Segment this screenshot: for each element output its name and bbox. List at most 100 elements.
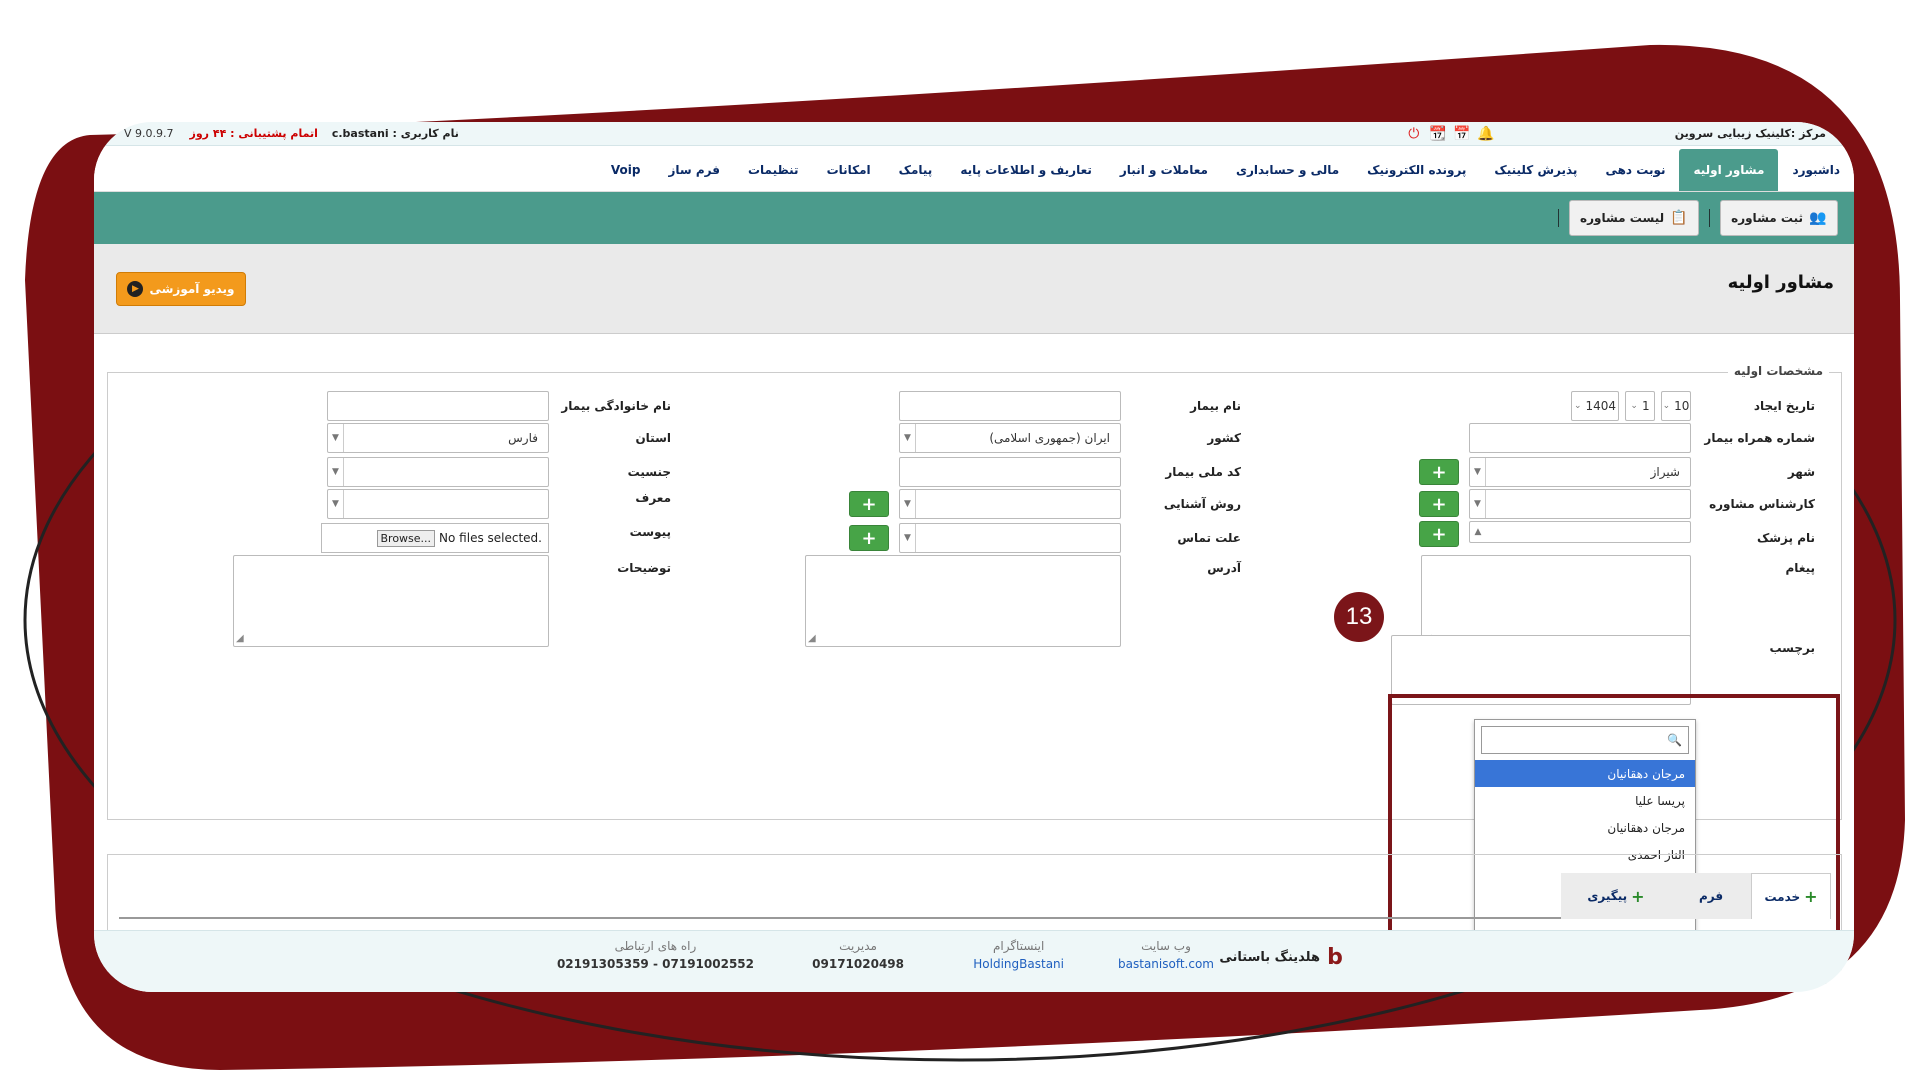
search-icon: 🔍: [1667, 733, 1682, 747]
month-select[interactable]: ⌄ 1: [1625, 391, 1655, 421]
footer-brand: b هلدینگ باستانی: [1219, 944, 1344, 970]
video-label: ویدیو آموزشی: [149, 282, 235, 296]
patient-name-input[interactable]: [899, 391, 1121, 421]
description-textarea[interactable]: ◢: [233, 555, 549, 647]
register-consultation-button[interactable]: 👥 ثبت مشاوره: [1720, 200, 1838, 236]
national-code-input[interactable]: [899, 457, 1121, 487]
browse-button[interactable]: Browse...: [376, 529, 436, 547]
chevron-down-icon: ▼: [1470, 490, 1486, 518]
footer-instagram: اینستاگرام HoldingBastani: [973, 939, 1064, 971]
tab-form-label: فرم: [1698, 889, 1724, 903]
menu-appointments[interactable]: نوبت دهی: [1591, 149, 1679, 191]
dropdown-option[interactable]: مرجان دهقانیان: [1475, 760, 1695, 787]
top-bar: مرکز :کلینیک زیبایی سروین 🔔 📅 📆 ⏻ نام کا…: [94, 122, 1854, 146]
calendar-icon[interactable]: 📅: [1453, 125, 1471, 143]
city-value: شیراز: [1650, 465, 1680, 479]
consultant-label: کارشناس مشاوره: [1709, 497, 1815, 511]
add-acquaintance-button[interactable]: +: [849, 491, 889, 517]
add-contact-reason-button[interactable]: +: [849, 525, 889, 551]
website-label: وب سایت: [1141, 939, 1191, 953]
chevron-down-icon: ▼: [900, 424, 916, 452]
footer: b هلدینگ باستانی وب سایت bastanisoft.com…: [94, 930, 1854, 992]
year-select[interactable]: ⌄ 1404: [1571, 391, 1619, 421]
contact-reason-select[interactable]: ▼: [899, 523, 1121, 553]
menu-clinic-admission[interactable]: پذیرش کلینیک: [1480, 149, 1591, 191]
main-menu: داشبورد مشاور اولیه نوبت دهی پذیرش کلینی…: [94, 146, 1854, 192]
tab-form[interactable]: فرم: [1671, 873, 1751, 919]
dropdown-option[interactable]: مرجان دهقانیان: [1475, 814, 1695, 841]
referrer-label: معرف: [635, 491, 671, 505]
plus-icon: +: [1804, 887, 1818, 906]
website-link[interactable]: bastanisoft.com: [1118, 957, 1214, 971]
address-textarea[interactable]: ◢: [805, 555, 1121, 647]
menu-initial-consultant[interactable]: مشاور اولیه: [1679, 149, 1779, 191]
instagram-link[interactable]: HoldingBastani: [973, 957, 1064, 971]
message-label: پیغام: [1785, 561, 1815, 575]
bell-icon[interactable]: 🔔: [1477, 125, 1495, 143]
toolbar-divider: [1709, 209, 1711, 227]
plus-icon: +: [1631, 886, 1645, 906]
tab-strip: + خدمت فرم + پیگیری: [119, 873, 1831, 919]
message-textarea[interactable]: ◢: [1421, 555, 1691, 647]
attachment-label: پیوست: [629, 525, 671, 539]
city-select[interactable]: شیراز ▼: [1469, 457, 1691, 487]
add-doctor-button[interactable]: +: [1419, 521, 1459, 547]
chevron-down-icon: ▼: [328, 490, 344, 518]
day-select[interactable]: ⌄ 10: [1661, 391, 1691, 421]
center-name: مرکز :کلینیک زیبایی سروین: [1674, 127, 1826, 140]
referrer-select[interactable]: ▼: [327, 489, 549, 519]
menu-finance[interactable]: مالی و حسابداری: [1222, 149, 1353, 191]
app-window: مرکز :کلینیک زیبایی سروین 🔔 📅 📆 ⏻ نام کا…: [94, 122, 1854, 992]
menu-sms[interactable]: پیامک: [885, 149, 947, 191]
support-display: اتمام پشتیبانی : ۴۴ روز: [190, 127, 318, 140]
add-consultant-button[interactable]: +: [1419, 491, 1459, 517]
attachment-file-input[interactable]: Browse... No files selected.: [321, 523, 549, 553]
menu-electronic-record[interactable]: پرونده الکترونیک: [1353, 149, 1480, 191]
day-value: 10: [1674, 399, 1690, 413]
doctor-label: نام پزشک: [1756, 531, 1815, 545]
year-value: 1404: [1585, 399, 1617, 413]
chevron-down-icon: ▼: [900, 490, 916, 518]
menu-inventory[interactable]: معاملات و انبار: [1106, 149, 1222, 191]
list-label: لیست مشاوره: [1580, 211, 1665, 225]
power-icon[interactable]: ⏻: [1405, 125, 1423, 143]
national-code-label: کد ملی بیمار: [1165, 465, 1241, 479]
description-label: توضیحات: [617, 561, 671, 575]
consultation-list-button[interactable]: 📋 لیست مشاوره: [1569, 200, 1700, 236]
dropdown-search-input[interactable]: 🔍: [1481, 726, 1689, 754]
consultant-select[interactable]: ▼: [1469, 489, 1691, 519]
menu-base-info[interactable]: تعاریف و اطلاعات پایه: [946, 149, 1106, 191]
family-name-input[interactable]: [327, 391, 549, 421]
patient-name-label: نام بیمار: [1190, 399, 1241, 413]
chevron-down-icon: ▼: [328, 424, 344, 452]
screenshot-stage: مرکز :کلینیک زیبایی سروین 🔔 📅 📆 ⏻ نام کا…: [0, 0, 1920, 1080]
tutorial-video-button[interactable]: ویدیو آموزشی ▶: [116, 272, 246, 306]
patient-phone-input[interactable]: [1469, 423, 1691, 453]
calendar-check-icon[interactable]: 📆: [1429, 125, 1447, 143]
page-title: مشاور اولیه: [1727, 272, 1834, 293]
tab-service[interactable]: + خدمت: [1751, 873, 1831, 919]
tag-label: برچسب: [1769, 641, 1815, 655]
menu-features[interactable]: امکانات: [813, 149, 885, 191]
month-value: 1: [1641, 399, 1650, 413]
title-band: مشاور اولیه ویدیو آموزشی ▶: [94, 244, 1854, 334]
province-select[interactable]: فارس ▼: [327, 423, 549, 453]
fieldset-legend: مشخصات اولیه: [1727, 364, 1829, 378]
menu-settings[interactable]: تنظیمات: [734, 149, 813, 191]
country-select[interactable]: ایران (جمهوری اسلامی) ▼: [899, 423, 1121, 453]
tab-follow-up[interactable]: + پیگیری: [1561, 873, 1671, 919]
gender-select[interactable]: ▼: [327, 457, 549, 487]
action-toolbar: 👥 ثبت مشاوره 📋 لیست مشاوره: [94, 192, 1854, 244]
menu-dashboard[interactable]: داشبورد: [1778, 149, 1854, 191]
brand-logo-icon: b: [1327, 944, 1343, 970]
toolbar-divider: [1558, 209, 1560, 227]
acquaintance-select[interactable]: ▼: [899, 489, 1121, 519]
chevron-down-icon: ⌄: [1662, 401, 1671, 411]
management-label: مدیریت: [839, 939, 877, 953]
menu-voip[interactable]: Voip: [597, 149, 655, 191]
menu-form-builder[interactable]: فرم ساز: [654, 149, 734, 191]
dropdown-option[interactable]: پریسا علیا: [1475, 787, 1695, 814]
add-city-button[interactable]: +: [1419, 459, 1459, 485]
resize-grip-icon: ◢: [236, 633, 244, 644]
doctor-select[interactable]: ▲: [1469, 521, 1691, 543]
